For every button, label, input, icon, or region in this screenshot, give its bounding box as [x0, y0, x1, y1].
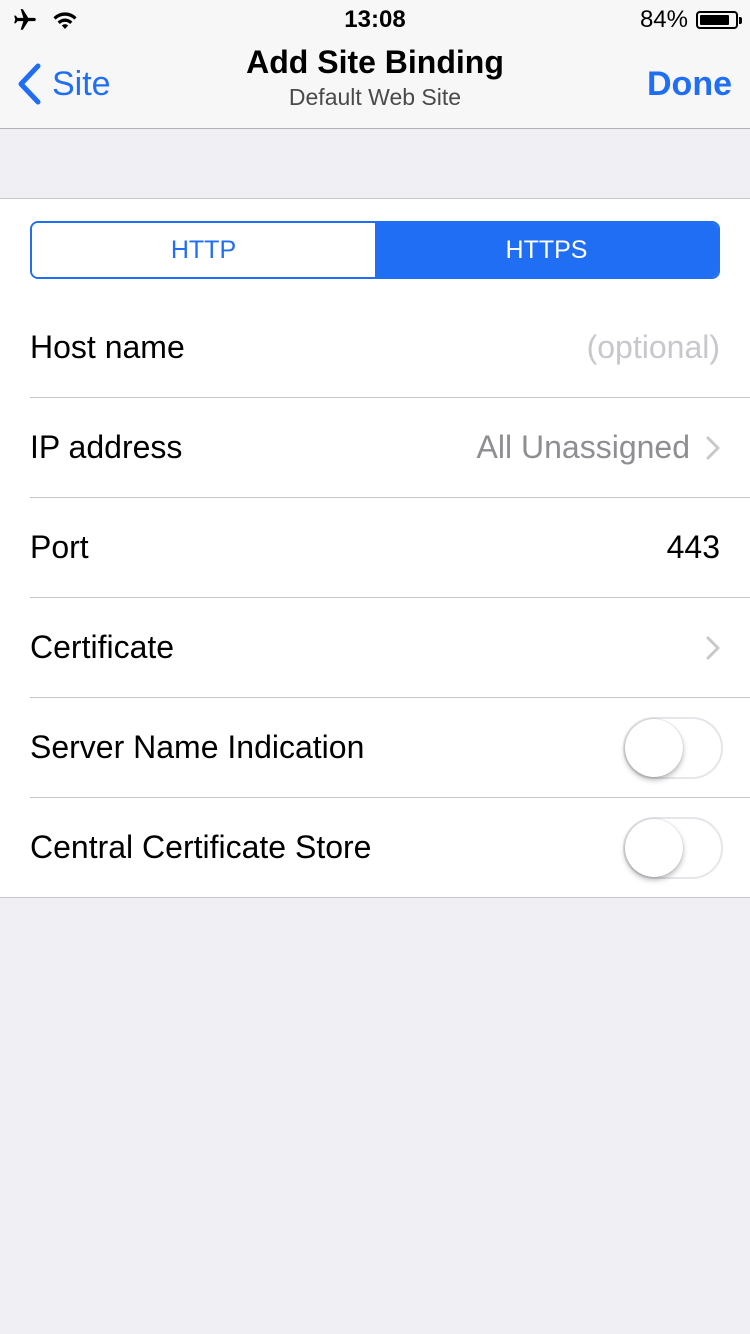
protocol-segmented-control: HTTP HTTPS: [30, 221, 720, 279]
ip-address-label: IP address: [30, 429, 183, 465]
sni-toggle[interactable]: [623, 716, 723, 779]
battery-nub: [739, 17, 742, 24]
ccs-row: Central Certificate Store: [30, 798, 750, 897]
sni-label: Server Name Indication: [30, 729, 365, 765]
binding-form: HTTP HTTPS Host name (optional) IP addre…: [0, 198, 750, 898]
done-button[interactable]: Done: [647, 40, 732, 128]
back-button[interactable]: Site: [16, 40, 111, 128]
status-time: 13:08: [344, 6, 406, 33]
nav-title-group: Add Site Binding Default Web Site: [150, 42, 600, 112]
sni-row: Server Name Indication: [30, 698, 750, 798]
host-name-label: Host name: [30, 329, 185, 365]
chevron-right-icon: [706, 636, 720, 659]
chevron-right-icon: [706, 436, 720, 459]
ip-address-value: All Unassigned: [476, 429, 690, 465]
battery-fill: [700, 15, 729, 25]
port-input[interactable]: 443: [667, 529, 720, 566]
page-subtitle: Default Web Site: [288, 84, 462, 110]
navigation-bar: Site Add Site Binding Default Web Site D…: [0, 40, 750, 129]
toggle-knob: [625, 718, 683, 777]
chevron-left-icon: [18, 63, 41, 105]
certificate-row[interactable]: Certificate: [30, 598, 750, 698]
ip-address-row[interactable]: IP address All Unassigned: [30, 398, 750, 498]
status-right: 84%: [639, 6, 742, 33]
certificate-label: Certificate: [30, 629, 175, 665]
ccs-toggle[interactable]: [623, 816, 723, 879]
status-bar: 13:08 84%: [0, 0, 750, 40]
page-title: Add Site Binding: [246, 44, 504, 80]
toggle-knob: [625, 818, 683, 877]
host-name-row[interactable]: Host name (optional): [30, 298, 750, 398]
port-row[interactable]: Port 443: [30, 498, 750, 598]
host-name-input[interactable]: (optional): [587, 329, 720, 366]
battery-icon: [696, 11, 742, 29]
segment-http[interactable]: HTTP: [32, 223, 375, 277]
segment-https[interactable]: HTTPS: [375, 223, 718, 277]
battery-percent: 84%: [639, 6, 688, 33]
back-button-label: Site: [52, 64, 111, 103]
ccs-label: Central Certificate Store: [30, 829, 372, 865]
port-label: Port: [30, 529, 89, 565]
